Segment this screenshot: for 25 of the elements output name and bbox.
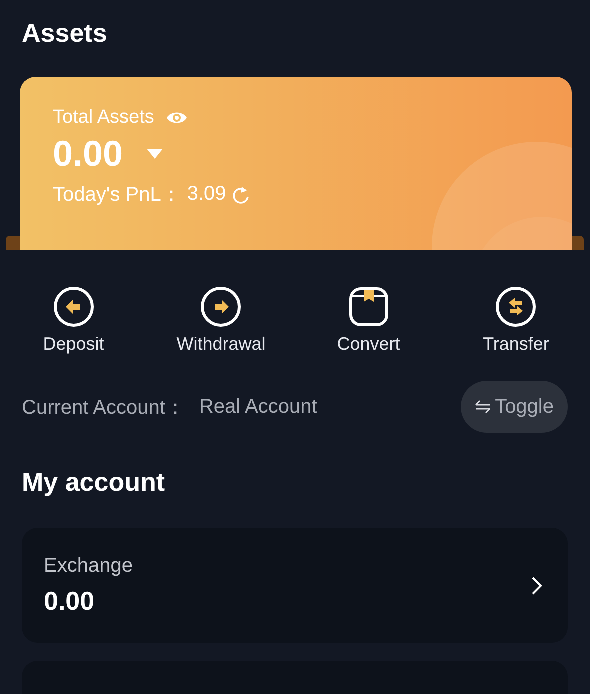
chevron-right-icon (532, 576, 542, 594)
pnl-value: 3.09 (187, 183, 226, 206)
toggle-button[interactable]: Toggle (461, 381, 568, 433)
current-account-label: Current Account： (22, 396, 186, 420)
swap-arrows-circle-icon (495, 286, 538, 328)
action-button[interactable]: Deposit (0, 286, 148, 355)
action-button[interactable]: Withdrawal (148, 286, 295, 355)
refresh-icon[interactable] (232, 184, 250, 204)
dropdown-caret-icon[interactable] (147, 149, 164, 159)
eye-icon[interactable] (166, 111, 188, 125)
left-arrow-circle-icon (52, 286, 95, 328)
swap-icon (475, 400, 492, 414)
account-balance: 0.00 (44, 586, 95, 616)
page-title: Assets (22, 18, 108, 49)
current-account-value: Real Account (199, 396, 318, 418)
action-button[interactable]: Convert (295, 286, 442, 355)
action-button[interactable]: Transfer (442, 286, 590, 355)
pnl-label: Today's PnL： (53, 183, 182, 208)
right-arrow-circle-icon (200, 286, 242, 328)
account-name: Exchange (44, 554, 133, 578)
total-assets-label: Total Assets (53, 107, 154, 129)
total-assets-amount: 0.00 (53, 133, 124, 175)
section-title: My account (22, 467, 166, 498)
account-card[interactable]: Exchange 0.00 (22, 528, 568, 643)
bookmark-box-icon (348, 286, 390, 328)
